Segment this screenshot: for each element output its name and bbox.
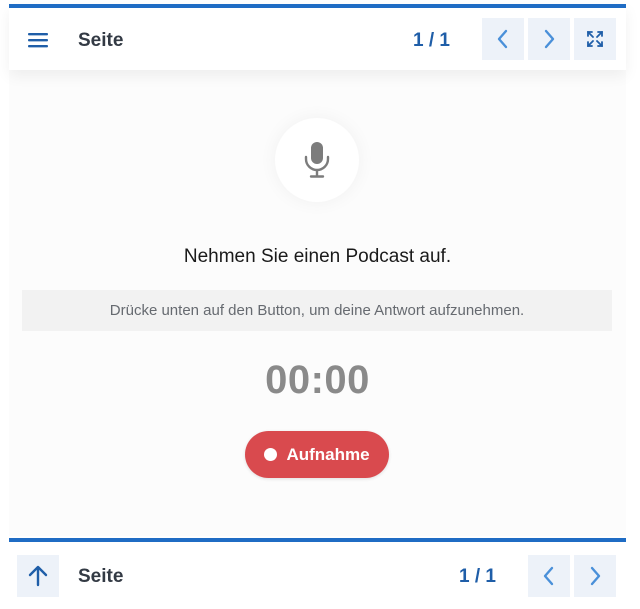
podcast-recorder-panel: Nehmen Sie einen Podcast auf. Drücke unt… <box>9 70 626 536</box>
arrow-up-icon <box>28 565 48 587</box>
menu-button[interactable] <box>23 25 53 55</box>
footer-page-title: Seite <box>78 566 124 587</box>
microphone-badge <box>275 118 359 202</box>
instruction-hint-text: Drücke unten auf den Button, um deine An… <box>109 302 525 319</box>
fullscreen-button[interactable] <box>574 18 616 60</box>
recording-timer: 00:00 <box>265 358 370 402</box>
top-toolbar: Seite 1 / 1 <box>9 4 626 70</box>
record-button[interactable]: Aufnahme <box>245 431 389 478</box>
scroll-to-top-button[interactable] <box>17 555 59 597</box>
footer-previous-page-button[interactable] <box>528 555 570 597</box>
expand-icon <box>587 31 603 47</box>
chevron-right-icon <box>544 29 555 49</box>
hamburger-menu-icon <box>28 33 48 48</box>
record-dot-icon <box>264 448 278 461</box>
chevron-right-icon <box>590 566 601 586</box>
footer-next-page-button[interactable] <box>574 555 616 597</box>
chevron-left-icon <box>497 29 508 49</box>
bottom-toolbar: Seite 1 / 1 <box>9 538 626 606</box>
instruction-hint: Drücke unten auf den Button, um deine An… <box>22 290 612 331</box>
record-button-label: Aufnahme <box>286 444 370 464</box>
page-counter: 1 / 1 <box>413 30 450 51</box>
chevron-left-icon <box>543 566 554 586</box>
task-prompt: Nehmen Sie einen Podcast auf. <box>183 246 452 267</box>
microphone-icon <box>304 142 330 178</box>
previous-page-button[interactable] <box>482 18 524 60</box>
footer-page-counter: 1 / 1 <box>459 566 496 587</box>
page-title: Seite <box>78 30 124 51</box>
next-page-button[interactable] <box>528 18 570 60</box>
